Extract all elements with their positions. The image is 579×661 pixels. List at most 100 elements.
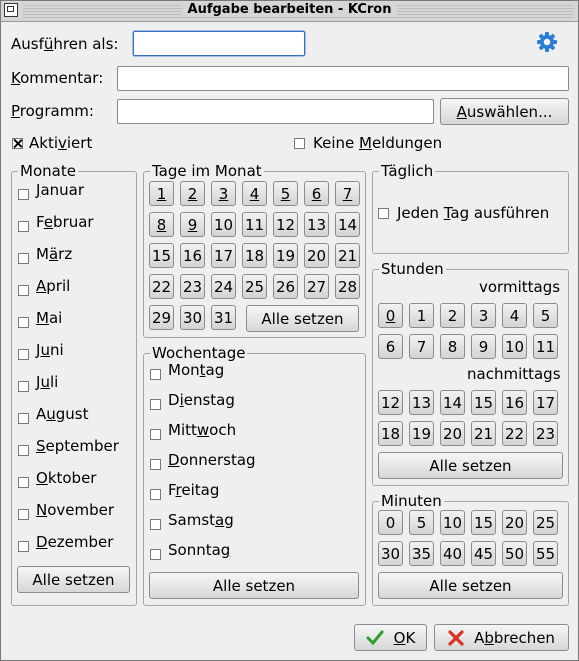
- day-button[interactable]: 5: [273, 181, 298, 206]
- minute-button[interactable]: 15: [471, 510, 496, 535]
- minutes-set-all-button[interactable]: Alle setzen: [378, 572, 563, 599]
- minute-button[interactable]: 10: [440, 510, 465, 535]
- day-button[interactable]: 12: [273, 212, 298, 237]
- hour-button[interactable]: 2: [440, 303, 465, 328]
- hour-button[interactable]: 10: [502, 334, 527, 359]
- hour-button[interactable]: 22: [502, 421, 527, 446]
- month-checkbox[interactable]: [18, 317, 29, 328]
- day-button[interactable]: 13: [304, 212, 329, 237]
- title-bar[interactable]: Aufgabe bearbeiten - KCron: [1, 1, 578, 22]
- hour-button[interactable]: 16: [502, 390, 527, 415]
- day-button[interactable]: 20: [304, 243, 329, 268]
- weekday-checkbox[interactable]: [150, 369, 161, 380]
- month-checkbox[interactable]: [18, 221, 29, 232]
- hour-button[interactable]: 0: [378, 303, 403, 328]
- day-button[interactable]: 6: [304, 181, 329, 206]
- day-button[interactable]: 28: [335, 274, 360, 299]
- hour-button[interactable]: 5: [533, 303, 558, 328]
- day-button[interactable]: 31: [211, 305, 236, 330]
- month-checkbox[interactable]: [18, 509, 29, 520]
- hour-button[interactable]: 13: [409, 390, 434, 415]
- weekday-checkbox[interactable]: [150, 489, 161, 500]
- month-checkbox[interactable]: [18, 477, 29, 488]
- minute-button[interactable]: 25: [533, 510, 558, 535]
- hour-button[interactable]: 17: [533, 390, 558, 415]
- minute-button[interactable]: 20: [502, 510, 527, 535]
- weekday-checkbox[interactable]: [150, 429, 161, 440]
- day-button[interactable]: 9: [180, 212, 205, 237]
- day-button[interactable]: 29: [149, 305, 174, 330]
- day-button[interactable]: 27: [304, 274, 329, 299]
- select-program-button[interactable]: Auswählen...: [440, 98, 569, 125]
- weekdays-set-all-button[interactable]: Alle setzen: [149, 572, 359, 599]
- minute-button[interactable]: 40: [440, 541, 465, 566]
- month-checkbox[interactable]: [18, 381, 29, 392]
- hour-button[interactable]: 15: [471, 390, 496, 415]
- comment-input[interactable]: [117, 66, 569, 91]
- enabled-checkbox[interactable]: [12, 138, 23, 149]
- hour-button[interactable]: 14: [440, 390, 465, 415]
- minute-button[interactable]: 5: [409, 510, 434, 535]
- day-button[interactable]: 15: [149, 243, 174, 268]
- hour-button[interactable]: 11: [533, 334, 558, 359]
- hour-button[interactable]: 7: [409, 334, 434, 359]
- silent-checkbox[interactable]: [294, 138, 305, 149]
- ok-button[interactable]: OK: [354, 624, 427, 651]
- day-button[interactable]: 24: [211, 274, 236, 299]
- hour-button[interactable]: 3: [471, 303, 496, 328]
- day-button[interactable]: 4: [242, 181, 267, 206]
- day-button[interactable]: 8: [149, 212, 174, 237]
- hour-button[interactable]: 23: [533, 421, 558, 446]
- minute-button[interactable]: 35: [409, 541, 434, 566]
- day-button[interactable]: 2: [180, 181, 205, 206]
- program-input[interactable]: [117, 99, 434, 124]
- day-button[interactable]: 21: [335, 243, 360, 268]
- hour-button[interactable]: 1: [409, 303, 434, 328]
- day-button[interactable]: 1: [149, 181, 174, 206]
- hours-set-all-button[interactable]: Alle setzen: [378, 452, 563, 479]
- day-button[interactable]: 22: [149, 274, 174, 299]
- hour-button[interactable]: 4: [502, 303, 527, 328]
- weekday-checkbox[interactable]: [150, 459, 161, 470]
- months-set-all-button[interactable]: Alle setzen: [17, 566, 130, 593]
- hour-button[interactable]: 12: [378, 390, 403, 415]
- day-button[interactable]: 19: [273, 243, 298, 268]
- day-button[interactable]: 25: [242, 274, 267, 299]
- hour-button[interactable]: 9: [471, 334, 496, 359]
- minute-button[interactable]: 50: [502, 541, 527, 566]
- cancel-button[interactable]: Ab brechen: [434, 624, 569, 651]
- day-button[interactable]: 26: [273, 274, 298, 299]
- day-button[interactable]: 18: [242, 243, 267, 268]
- minute-button[interactable]: 55: [533, 541, 558, 566]
- day-button[interactable]: 7: [335, 181, 360, 206]
- hour-button[interactable]: 8: [440, 334, 465, 359]
- days-set-all-button[interactable]: Alle setzen: [246, 305, 359, 332]
- day-button[interactable]: 23: [180, 274, 205, 299]
- hour-button[interactable]: 20: [440, 421, 465, 446]
- hour-button[interactable]: 19: [409, 421, 434, 446]
- day-button[interactable]: 3: [211, 181, 236, 206]
- weekday-checkbox[interactable]: [150, 399, 161, 410]
- day-button[interactable]: 11: [242, 212, 267, 237]
- minute-button[interactable]: 45: [471, 541, 496, 566]
- day-button[interactable]: 17: [211, 243, 236, 268]
- run-as-input[interactable]: [133, 31, 305, 56]
- month-checkbox[interactable]: [18, 541, 29, 552]
- day-button[interactable]: 16: [180, 243, 205, 268]
- month-checkbox[interactable]: [18, 349, 29, 360]
- day-button[interactable]: 14: [335, 212, 360, 237]
- weekday-checkbox[interactable]: [150, 549, 161, 560]
- weekday-checkbox[interactable]: [150, 519, 161, 530]
- month-checkbox[interactable]: [18, 189, 29, 200]
- minute-button[interactable]: 30: [378, 541, 403, 566]
- month-checkbox[interactable]: [18, 413, 29, 424]
- hour-button[interactable]: 6: [378, 334, 403, 359]
- every-day-checkbox[interactable]: [378, 208, 389, 219]
- hour-button[interactable]: 18: [378, 421, 403, 446]
- hour-button[interactable]: 21: [471, 421, 496, 446]
- month-checkbox[interactable]: [18, 445, 29, 456]
- day-button[interactable]: 10: [211, 212, 236, 237]
- minute-button[interactable]: 0: [378, 510, 403, 535]
- day-button[interactable]: 30: [180, 305, 205, 330]
- month-checkbox[interactable]: [18, 253, 29, 264]
